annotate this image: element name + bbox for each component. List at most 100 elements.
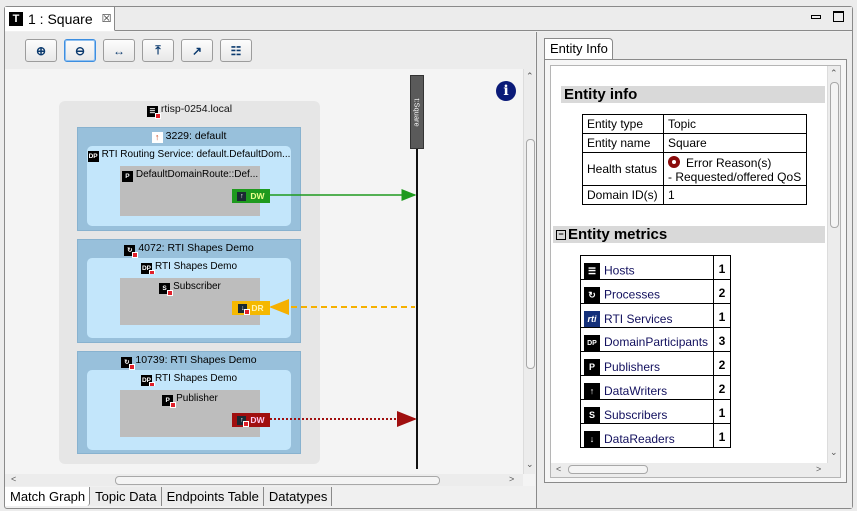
- info-vertical-scrollbar[interactable]: ⌃ ⌄: [827, 66, 840, 463]
- host-icon: ☰: [584, 263, 600, 279]
- entity-info-frame: Entity info Entity type Topic Entity name…: [544, 59, 847, 483]
- scroll-left-icon[interactable]: <: [556, 464, 561, 474]
- health-status-value: Error Reason(s): [686, 156, 772, 170]
- metric-label: Hosts: [604, 263, 635, 278]
- table-row: ↻ Processes 2: [580, 279, 731, 304]
- table-row: Entity name Square: [582, 133, 807, 153]
- tab-match-graph[interactable]: Match Graph: [5, 487, 91, 506]
- metric-label: DomainParticipants: [604, 334, 709, 349]
- scroll-thumb[interactable]: [526, 139, 535, 369]
- table-row: Entity type Topic: [582, 114, 807, 134]
- metric-label: DataWriters: [604, 384, 668, 398]
- scroll-thumb[interactable]: [568, 465, 648, 474]
- topic-label: t:Square: [412, 97, 422, 127]
- fit-width-button[interactable]: ↔: [103, 39, 135, 62]
- entity-info-panel: Entity Info Entity info Entity type Topic…: [536, 32, 852, 508]
- domain-participant-icon: DP: [584, 335, 600, 351]
- maximize-icon[interactable]: [833, 11, 844, 22]
- layout-icon: ☷: [230, 43, 242, 58]
- metric-label: RTI Services: [604, 312, 673, 326]
- graph-toolbar: ⊕ ⊖ ↔ ⤒ ↗ ☷: [5, 32, 535, 69]
- scroll-right-icon[interactable]: >: [816, 464, 821, 474]
- datawriter-icon: ↑: [584, 383, 600, 399]
- window-controls: [811, 11, 844, 22]
- zoom-out-icon: ⊖: [74, 43, 86, 58]
- publisher-icon: P: [584, 359, 600, 375]
- table-row: DP DomainParticipants 3: [580, 327, 731, 352]
- scroll-thumb[interactable]: [830, 82, 839, 228]
- metric-label: DataReaders: [604, 432, 675, 446]
- info-horizontal-scrollbar[interactable]: < >: [551, 463, 840, 477]
- entity-info-table: Entity type Topic Entity name Square Healt…: [582, 114, 807, 205]
- entity-metrics-heading[interactable]: − Entity metrics: [553, 226, 825, 243]
- zoom-in-button[interactable]: ⊕: [25, 39, 57, 62]
- tab-topic-data[interactable]: Topic Data: [90, 487, 162, 506]
- tab-entity-info[interactable]: Entity Info: [544, 38, 613, 59]
- arrow-to-top-icon: ⤒: [155, 43, 161, 57]
- editor-tab-square[interactable]: T 1 : Square ☒: [5, 7, 115, 31]
- match-graph-panel: ⊕ ⊖ ↔ ⤒ ↗ ☷ ☰ rtisp-0254.local ↑ 3229: def…: [5, 32, 535, 486]
- table-row: S Subscribers 1: [580, 399, 731, 424]
- entity-metrics-table: ☰ Hosts 1 ↻ Processes 2 rti RTI Services 1 DP D…: [580, 255, 731, 448]
- tab-datatypes[interactable]: Datatypes: [263, 487, 333, 506]
- minimize-icon[interactable]: [811, 14, 821, 19]
- table-row: ↓ DataReaders 1: [580, 423, 731, 448]
- info-value: Topic: [663, 114, 807, 134]
- table-row: rti RTI Services 1: [580, 303, 731, 328]
- table-row: P Publishers 2: [580, 351, 731, 376]
- export-icon: ↗: [191, 43, 203, 58]
- layout-button[interactable]: ☷: [220, 39, 252, 62]
- tab-endpoints-table[interactable]: Endpoints Table: [161, 487, 264, 506]
- editor-tab-bar: T 1 : Square ☒: [5, 7, 852, 31]
- metric-count: 1: [713, 303, 731, 328]
- metric-label: Publishers: [604, 360, 661, 374]
- topic-icon: T: [9, 11, 23, 26]
- scroll-up-icon[interactable]: ⌃: [830, 68, 838, 79]
- graph-horizontal-scrollbar[interactable]: < >: [5, 474, 523, 486]
- metric-count: 2: [713, 375, 731, 400]
- rti-service-icon: rti: [584, 311, 600, 327]
- scroll-left-icon[interactable]: <: [11, 474, 16, 484]
- metric-count: 3: [713, 327, 731, 352]
- entity-info-view: Entity info Entity type Topic Entity name…: [550, 65, 841, 478]
- scroll-up-icon[interactable]: ⌃: [526, 71, 534, 82]
- scroll-down-icon[interactable]: ⌄: [526, 459, 534, 470]
- process-icon: ↻: [584, 287, 600, 303]
- info-key: Entity type: [582, 114, 664, 134]
- entity-metrics-title: Entity metrics: [568, 226, 668, 243]
- scroll-down-icon[interactable]: ⌄: [830, 447, 838, 458]
- metric-label: Subscribers: [604, 408, 668, 422]
- subscriber-icon: S: [584, 407, 600, 423]
- zoom-in-icon: ⊕: [35, 43, 47, 58]
- metric-count: 2: [713, 351, 731, 376]
- graph-canvas[interactable]: ☰ rtisp-0254.local ↑ 3229: default DP RTI R…: [5, 69, 523, 474]
- editor-window: T 1 : Square ☒ ⊕ ⊖ ↔ ⤒ ↗ ☷ ☰ rtisp-0254.l…: [4, 6, 853, 509]
- move-top-button[interactable]: ⤒: [142, 39, 174, 62]
- topic-lifeline: [416, 149, 418, 469]
- topic-node[interactable]: t:Square: [410, 75, 424, 149]
- export-button[interactable]: ↗: [181, 39, 213, 62]
- error-status-icon: [668, 156, 680, 168]
- table-row: Health status Error Reason(s) - Requested/…: [582, 152, 807, 186]
- entity-info-heading: Entity info: [561, 86, 825, 103]
- zoom-out-button[interactable]: ⊖: [64, 39, 96, 62]
- metric-count: 2: [713, 279, 731, 304]
- graph-vertical-scrollbar[interactable]: ⌃ ⌄: [523, 69, 535, 474]
- info-value: 1: [663, 185, 807, 205]
- table-row: ☰ Hosts 1: [580, 255, 731, 280]
- metric-count: 1: [713, 255, 731, 280]
- datareader-icon: ↓: [584, 431, 600, 447]
- collapse-icon[interactable]: −: [556, 230, 566, 240]
- editor-tab-title: 1 : Square: [28, 10, 93, 27]
- close-icon[interactable]: ☒: [102, 12, 112, 25]
- table-row: Domain ID(s) 1: [582, 185, 807, 205]
- metric-count: 1: [713, 399, 731, 424]
- health-status-detail: - Requested/offered QoS: [668, 170, 802, 184]
- info-key: Domain ID(s): [582, 185, 664, 205]
- scroll-right-icon[interactable]: >: [509, 474, 514, 484]
- metric-label: Processes: [604, 287, 661, 302]
- info-icon[interactable]: i: [496, 81, 516, 101]
- scroll-thumb[interactable]: [115, 476, 440, 485]
- match-connectors: [269, 189, 417, 427]
- info-key: Entity name: [582, 133, 664, 153]
